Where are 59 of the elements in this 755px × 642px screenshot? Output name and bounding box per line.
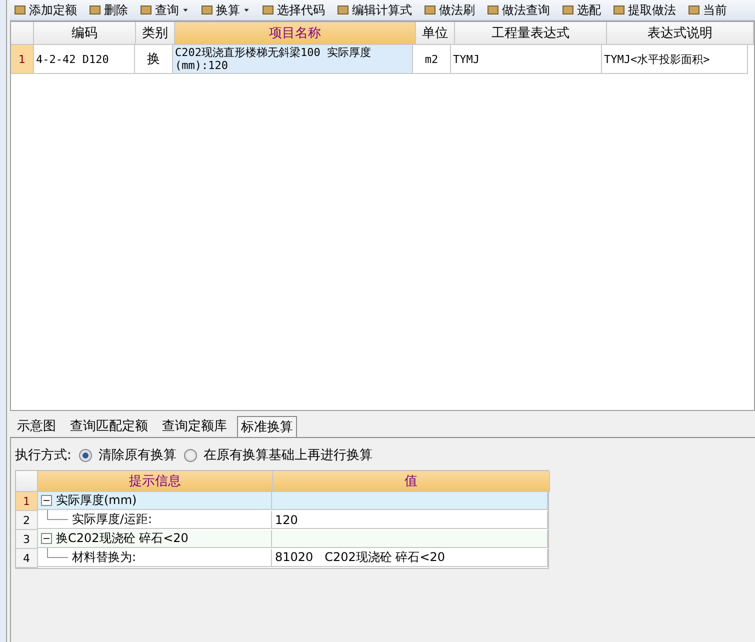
column-header: 类别 — [136, 22, 175, 45]
row-number[interactable]: 1 — [11, 45, 34, 74]
info-text: 实际厚度/运距: — [72, 511, 152, 528]
toolbar-button[interactable]: 做法查询 — [483, 2, 554, 18]
toolbar-icon — [562, 4, 574, 16]
tab[interactable]: 查询匹配定额 — [66, 415, 152, 437]
toolbar-icon — [14, 4, 26, 16]
table-cell: 换 — [135, 45, 173, 74]
toolbar-button[interactable]: 查询 — [136, 2, 193, 18]
info-text: 换C202现浇砼 碎石<20 — [56, 530, 188, 547]
toolbar-icon — [89, 4, 101, 16]
info-text: 实际厚度(mm) — [56, 492, 137, 509]
tab[interactable]: 标准换算 — [237, 416, 297, 437]
column-header: 工程量表达式 — [455, 22, 607, 45]
toolbar-button[interactable]: 编辑计算式 — [333, 2, 416, 18]
column-header: 值 — [273, 471, 550, 492]
toolbar-button[interactable]: 当前 — [684, 2, 731, 18]
radio-option[interactable]: 在原有换算基础上再进行换算 — [184, 446, 372, 464]
table-cell: TYMJ<水平投影面积> — [602, 45, 748, 74]
column-header: 编码 — [34, 22, 136, 45]
table-cell: m2 — [413, 45, 451, 74]
toolbar-button[interactable]: 添加定额 — [10, 2, 81, 18]
tree-line — [47, 510, 68, 520]
row-number[interactable]: 4 — [16, 549, 38, 568]
info-text: 材料替换为: — [72, 549, 136, 566]
toolbar-button[interactable]: 提取做法 — [609, 2, 680, 18]
toolbar-button[interactable]: 做法刷 — [420, 2, 479, 18]
tab[interactable]: 示意图 — [13, 415, 60, 437]
toolbar-icon — [487, 4, 499, 16]
value-cell: 81020 C202现浇砼 碎石<20 — [272, 549, 548, 567]
collapse-icon[interactable] — [41, 533, 52, 544]
toolbar-button[interactable]: 换算 — [197, 2, 254, 18]
toolbar-icon — [337, 4, 349, 16]
row-number[interactable]: 2 — [16, 511, 38, 530]
collapse-icon[interactable] — [41, 495, 52, 506]
toolbar-icon — [424, 4, 436, 16]
toolbar-button[interactable]: 删除 — [85, 2, 132, 18]
tab[interactable]: 查询定额库 — [158, 415, 231, 437]
mode-label: 执行方式: — [15, 447, 72, 464]
table-cell: C202现浇直形楼梯无斜梁100 实际厚度(mm):120 — [173, 45, 413, 74]
radio-option[interactable]: 清除原有换算 — [79, 446, 176, 464]
toolbar-icon — [201, 4, 213, 16]
column-header: 单位 — [416, 22, 455, 45]
toolbar-icon — [140, 4, 152, 16]
value-cell: 120 — [272, 511, 548, 529]
corner-header — [11, 22, 34, 45]
toolbar-button[interactable]: 选择代码 — [258, 2, 329, 18]
toolbar-icon — [688, 4, 700, 16]
table-cell: TYMJ — [451, 45, 602, 74]
toolbar-icon — [262, 4, 274, 16]
tree-line — [47, 548, 68, 558]
column-header: 表达式说明 — [607, 22, 754, 45]
column-header: 提示信息 — [38, 471, 273, 492]
row-number[interactable]: 3 — [16, 530, 38, 549]
toolbar-button[interactable]: 选配 — [558, 2, 605, 18]
column-header: 项目名称 — [175, 22, 416, 45]
toolbar-icon — [613, 4, 625, 16]
table-cell: 4-2-42 D120 — [34, 45, 135, 74]
row-number[interactable]: 1 — [16, 492, 38, 511]
